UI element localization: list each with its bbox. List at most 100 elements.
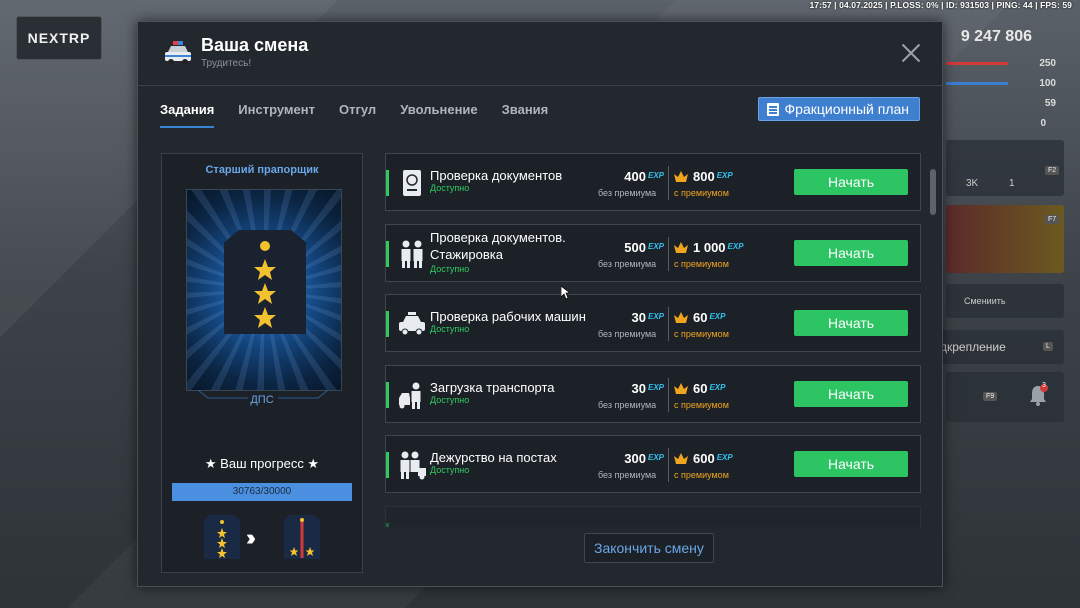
- key-f9: F9: [983, 392, 998, 401]
- exp-base: 30 EXP: [632, 381, 664, 396]
- phone-panel: F9 3: [946, 372, 1064, 422]
- server-logo: NEXTRP: [16, 16, 102, 60]
- exp-unit: EXP: [709, 383, 726, 392]
- divider: [668, 166, 669, 200]
- exp-unit: EXP: [647, 383, 664, 392]
- divider: [668, 307, 669, 341]
- end-shift-button[interactable]: Закончить смену: [584, 533, 714, 563]
- exp-base-value: 300: [624, 451, 646, 466]
- crown-icon: [674, 242, 688, 253]
- rank-name: Старший прапорщик: [205, 164, 319, 176]
- exp-unit: EXP: [727, 242, 744, 251]
- exp-base-value: 500: [624, 240, 646, 255]
- close-icon[interactable]: [900, 42, 922, 64]
- replace-panel: Смениить: [946, 284, 1064, 318]
- with-premium-label: с премиумом: [674, 400, 729, 410]
- exp-unit: EXP: [647, 453, 664, 462]
- no-premium-label: без премиума: [598, 400, 657, 410]
- task-name: Дежурство на постах: [430, 450, 557, 465]
- start-task-button[interactable]: Начать: [794, 169, 908, 195]
- faction-plan-label: Фракционный план: [784, 101, 909, 117]
- exp-base: 30 EXP: [632, 310, 664, 325]
- notify-count: 3: [1042, 382, 1046, 389]
- task-status: Доступно: [430, 264, 470, 274]
- with-premium-label: с премиумом: [674, 259, 729, 269]
- task-name: Проверка рабочих машин: [430, 309, 586, 324]
- document-icon: [766, 103, 779, 116]
- modal-header: Ваша смена Трудитесь!: [138, 22, 942, 86]
- exp-premium: 60 EXP: [693, 310, 725, 325]
- exp-premium-value: 60: [693, 310, 708, 325]
- task-status: Доступно: [430, 324, 470, 334]
- inventory-panel: 3K 1 F2: [946, 140, 1064, 196]
- task-list-scrollbar[interactable]: [930, 169, 936, 215]
- start-task-button[interactable]: Начать: [794, 381, 908, 407]
- crown-icon: [674, 312, 688, 323]
- exp-base: 400 EXP: [624, 169, 664, 184]
- exp-unit: EXP: [709, 312, 726, 321]
- key-f2: F2: [1045, 166, 1060, 175]
- wanted-value: 0: [1040, 118, 1046, 129]
- divider: [668, 378, 669, 412]
- no-premium-label: без премиума: [598, 329, 657, 339]
- rank-card: Старший прапорщик ДПС ★ Ваш прогресс ★ 3…: [161, 153, 363, 573]
- progress-text: 30763/30000: [232, 486, 292, 497]
- police-car-icon: [165, 41, 191, 65]
- health-value: 250: [1039, 58, 1056, 69]
- exp-base: 500 EXP: [624, 240, 664, 255]
- exp-premium: 800 EXP: [693, 169, 733, 184]
- logo-text: NEXTRP: [27, 30, 91, 46]
- double-chevron-icon: ›››: [246, 525, 256, 550]
- with-premium-label: с премиумом: [674, 470, 729, 480]
- key-f7: F7: [1045, 215, 1060, 224]
- task-status: Доступно: [430, 465, 470, 475]
- exp-premium-value: 800: [693, 169, 715, 184]
- exp-base-value: 30: [631, 381, 646, 396]
- duty-post-icon: [400, 451, 426, 480]
- tab-tasks[interactable]: Задания: [160, 102, 215, 128]
- armor-value: 100: [1039, 78, 1056, 89]
- mouse-cursor-icon: [561, 286, 570, 299]
- exp-base-value: 400: [624, 169, 646, 184]
- item-count: 1: [1009, 178, 1015, 189]
- tab-day-off[interactable]: Отгул: [339, 102, 376, 128]
- rank-department: ДПС: [250, 394, 274, 406]
- exp-unit: EXP: [647, 171, 664, 180]
- divider: [668, 448, 669, 482]
- cash-count: 3K: [966, 178, 979, 189]
- exp-premium: 1 000 EXP: [693, 240, 744, 255]
- health-bar: [946, 62, 1008, 65]
- task-status: Доступно: [430, 395, 470, 405]
- faction-plan-button[interactable]: Фракционный план: [757, 97, 920, 121]
- start-task-button[interactable]: Начать: [794, 451, 908, 477]
- exp-premium-value: 60: [693, 381, 708, 396]
- start-task-button[interactable]: Начать: [794, 310, 908, 336]
- current-rank-icon: [204, 515, 240, 559]
- divider: [668, 237, 669, 271]
- tab-tools[interactable]: Инструмент: [238, 102, 315, 128]
- no-premium-label: без премиума: [598, 259, 657, 269]
- tab-ranks[interactable]: Звания: [502, 102, 549, 128]
- attach-panel: дкрепление L: [940, 330, 1064, 364]
- task-name: Проверка документов: [430, 168, 563, 183]
- progress-label: ★ Ваш прогресс ★: [204, 456, 320, 471]
- tab-dismissal[interactable]: Увольнение: [400, 102, 477, 128]
- with-premium-label: с премиумом: [674, 329, 729, 339]
- start-task-button[interactable]: Начать: [794, 240, 908, 266]
- ammo-value: 59: [1044, 98, 1056, 109]
- next-rank-icon: [284, 515, 320, 559]
- task-status: Доступно: [430, 183, 470, 193]
- tab-bar: Задания Инструмент Отгул Увольнение Зван…: [160, 102, 548, 128]
- task-row: Проверка документов Доступно 400 EXP без …: [385, 153, 921, 211]
- task-row: Проверка рабочих машин Доступно 30 EXP бе…: [385, 294, 921, 352]
- no-premium-label: без премиума: [598, 188, 657, 198]
- task-name: Загрузка транспорта: [430, 380, 555, 395]
- task-list[interactable]: Проверка документов Доступно 400 EXP без …: [385, 153, 921, 527]
- exp-unit: EXP: [647, 312, 664, 321]
- progress-bar: 30763/30000: [172, 483, 352, 501]
- task-row: Дежурство на постах Доступно 300 EXP без …: [385, 435, 921, 493]
- tow-officer-icon: [399, 382, 421, 409]
- task-row: Загрузка транспорта Доступно 30 EXP без п…: [385, 365, 921, 423]
- rank-image: [186, 189, 342, 391]
- money-display: 9 247 806: [960, 28, 1032, 45]
